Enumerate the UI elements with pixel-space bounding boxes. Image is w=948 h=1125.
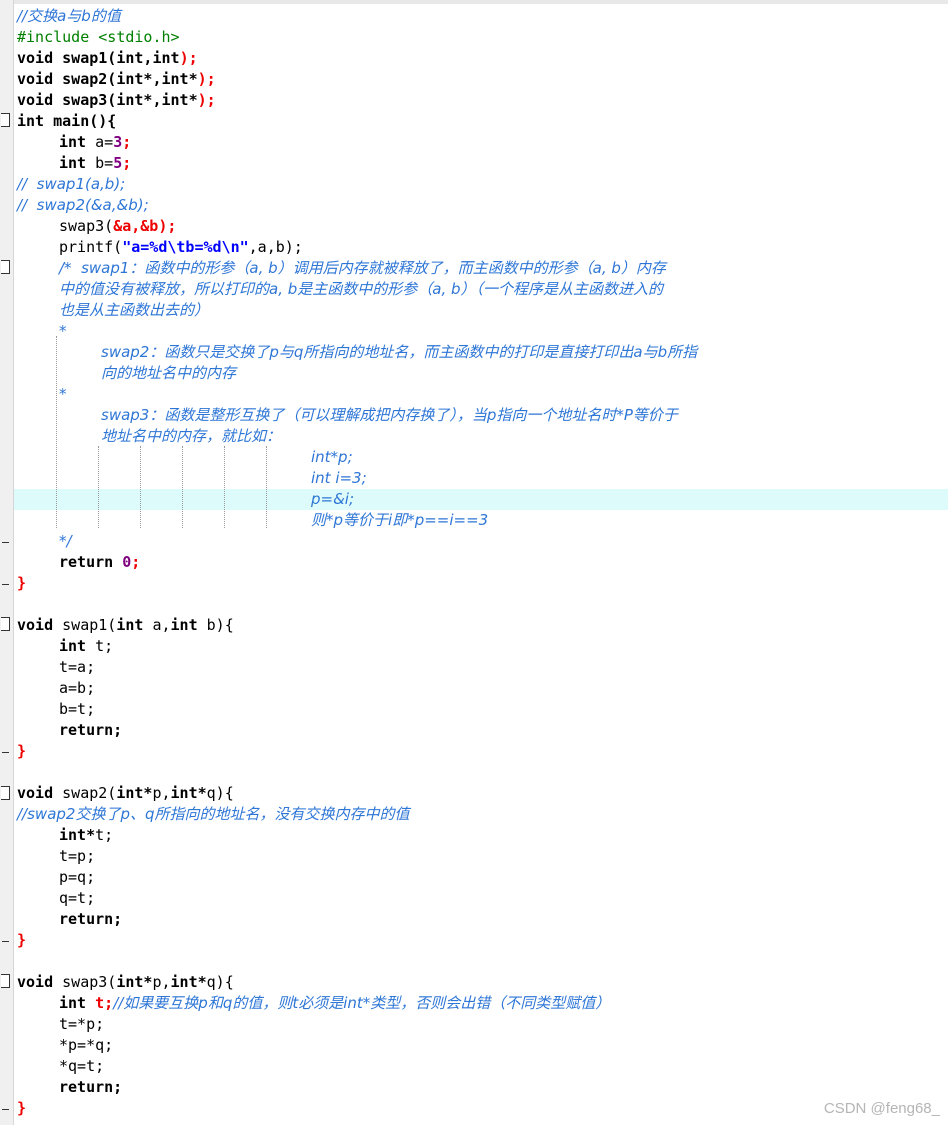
fold-swap2-icon[interactable] [1,786,10,800]
code-line: void swap3(int*,int*); [17,91,216,109]
code-line: swap3：函数是整形互换了（可以理解成把内存换了），当p指向一个地址名时*P等… [101,406,678,424]
fold-gutter [0,0,14,1125]
indent-guide [56,336,57,528]
code-line: q=t; [59,889,96,907]
code-line: int b=5; [59,154,132,172]
watermark-text: CSDN @feng68_ [823,1100,940,1117]
code-line: printf("a=%d\tb=%d\n",a,b); [59,238,303,256]
code-line: } [17,742,27,760]
code-line: void swap1(int a,int b){ [17,616,234,634]
code-line: void swap3(int*p,int*q){ [17,973,234,991]
fold-main-icon[interactable] [1,113,10,127]
fold-end-swap1-icon [2,752,9,753]
code-line: } [17,931,27,949]
code-line: int*t; [59,826,114,844]
code-line: int t; [59,637,114,655]
code-line: p=&i; [311,490,355,508]
code-line: 地址名中的内存，就比如： [101,427,282,445]
code-line: t=a; [59,658,96,676]
code-line: *p=*q; [59,1036,114,1054]
code-line: int a=3; [59,133,132,151]
code-line: swap2：函数只是交换了p与q所指向的地址名，而主函数中的打印是直接打印出a与… [101,343,698,361]
code-line: } [17,574,27,592]
code-line: } [17,1099,27,1117]
code-line: b=t; [59,700,96,718]
code-line: return; [59,1078,123,1096]
code-line: void swap2(int*p,int*q){ [17,784,234,802]
code-line: //交换a与b的值 [17,7,121,25]
code-line: 向的地址名中的内存 [101,364,237,382]
fold-end-comment-icon [2,542,9,543]
code-line: a=b; [59,679,96,697]
indent-guide [140,446,141,528]
editor-top-strip [0,0,948,4]
fold-end-main-icon [2,584,9,585]
current-line-highlight [14,489,948,510]
fold-swap3-icon[interactable] [1,974,10,988]
code-line: void swap2(int*,int*); [17,70,216,88]
code-line: 也是从主函数出去的） [59,301,210,319]
code-line: return; [59,910,123,928]
indent-guide [224,446,225,528]
code-line: int main(){ [17,112,117,130]
indent-guide [98,446,99,528]
code-line: swap3(&a,&b); [59,217,177,235]
code-line: return 0; [59,553,141,571]
code-line: void swap1(int,int); [17,49,198,67]
code-line: //swap2交换了p、q所指向的地址名，没有交换内存中的值 [17,805,410,823]
code-line: * [59,322,67,340]
indent-guide [182,446,183,528]
fold-end-swap2-icon [2,941,9,942]
code-line: return; [59,721,123,739]
code-line: /* swap1：函数中的形参（a, b）调用后内存就被释放了，而主函数中的形参… [59,259,666,277]
code-line: * [59,385,67,403]
fold-swap1-icon[interactable] [1,617,10,631]
code-line: 则*p等价于i即*p==i==3 [311,511,489,529]
code-line: int i=3; [311,469,367,487]
code-line: #include <stdio.h> [17,28,180,46]
code-line: *q=t; [59,1057,105,1075]
indent-guide [266,446,267,528]
code-line: p=q; [59,868,96,886]
code-line: 中的值没有被释放，所以打印的a, b是主函数中的形参（a, b）（一个程序是从主… [59,280,664,298]
code-line: // swap2(&a,&b); [17,196,149,214]
code-line: int*p; [311,448,353,466]
code-editor[interactable]: //交换a与b的值 #include <stdio.h> void swap1(… [0,0,948,1125]
code-line: t=*p; [59,1015,105,1033]
code-line: int t;//如果要互换p和q的值，则t必须是int*类型，否则会出错（不同类… [59,994,611,1012]
code-line: t=p; [59,847,96,865]
fold-end-swap3-icon [2,1109,9,1110]
code-line: */ [59,532,72,550]
fold-comment-icon[interactable] [1,260,10,274]
code-line: // swap1(a,b); [17,175,126,193]
